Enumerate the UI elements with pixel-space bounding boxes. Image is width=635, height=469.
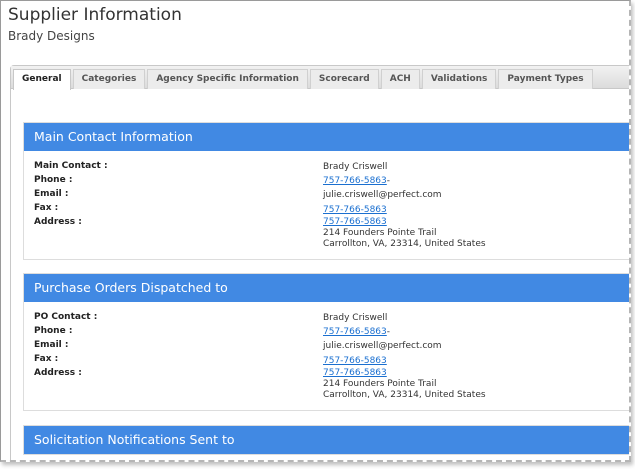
tab-agency-specific-information[interactable]: Agency Specific Information [147,69,308,89]
section-header: Purchase Orders Dispatched to [24,274,629,302]
address-line1: 214 Founders Pointe Trail [323,228,437,238]
address-phone-link[interactable]: 757-766-5863 [323,217,387,227]
contact-value: Brady Criswell [323,313,388,323]
contact-value: Brady Criswell [323,162,388,172]
email-value: julie.criswell@perfect.com [323,190,442,200]
main-contact-section: Main Contact Information Main Contact : … [23,122,629,260]
purchase-orders-section: Purchase Orders Dispatched to PO Contact… [23,273,629,411]
phone-value: 757-766-5863- [323,327,390,337]
phone-label: Phone : [34,175,73,185]
address-line2: Carrollton, VA, 23314, United States [323,390,486,400]
email-label: Email : [34,189,69,199]
section-header: Main Contact Information [24,123,629,151]
address-label: Address : [34,368,82,378]
tab-general[interactable]: General [13,69,71,90]
phone-link[interactable]: 757-766-5863 [323,327,387,337]
tab-validations[interactable]: Validations [421,69,497,89]
email-value: julie.criswell@perfect.com [323,341,442,351]
tab-categories[interactable]: Categories [72,69,146,89]
phone-link[interactable]: 757-766-5863 [323,176,387,186]
fax-label: Fax : [34,203,59,213]
phone-label: Phone : [34,326,73,336]
solicitation-notifications-section: Solicitation Notifications Sent to [23,425,629,455]
phone-value: 757-766-5863- [323,176,390,186]
supplier-name: Brady Designs [8,29,95,43]
po-contact-label: PO Contact : [34,312,98,322]
address-line2: Carrollton, VA, 23314, United States [323,239,486,249]
phone-suffix: - [386,176,391,186]
section-header: Solicitation Notifications Sent to [24,426,629,454]
phone-suffix: - [386,327,391,337]
tab-ach[interactable]: ACH [380,69,420,89]
page-frame: Supplier Information Brady Designs Gener… [0,0,631,462]
page-title: Supplier Information [8,5,182,25]
tab-scorecard[interactable]: Scorecard [309,69,379,89]
fax-link[interactable]: 757-766-5863 [323,205,387,215]
tab-panel: General Categories Agency Specific Infor… [10,65,629,460]
tab-payment-types[interactable]: Payment Types [498,69,593,89]
address-phone-link[interactable]: 757-766-5863 [323,368,387,378]
fax-link[interactable]: 757-766-5863 [323,356,387,366]
email-label: Email : [34,340,69,350]
address-label: Address : [34,217,82,227]
address-line1: 214 Founders Pointe Trail [323,379,437,389]
tab-bar: General Categories Agency Specific Infor… [11,66,629,90]
contact-label: Main Contact : [34,161,108,171]
fax-label: Fax : [34,354,59,364]
